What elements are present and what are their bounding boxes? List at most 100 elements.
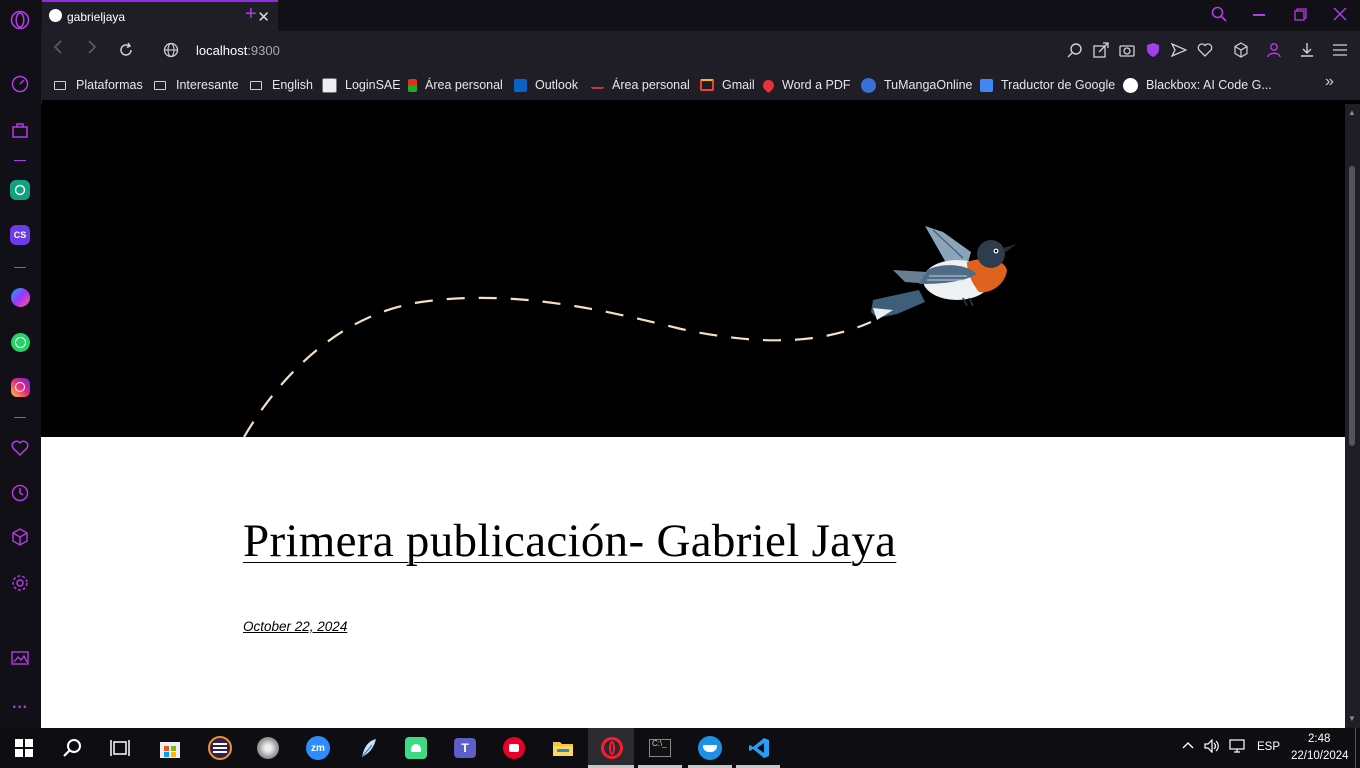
- clock-time[interactable]: 2:48: [1308, 733, 1330, 745]
- clock-date[interactable]: 22/10/2024: [1291, 750, 1349, 762]
- folder-icon: [154, 80, 166, 90]
- teams-icon[interactable]: T: [452, 735, 478, 761]
- disk-utility-icon[interactable]: [255, 735, 281, 761]
- new-tab-button[interactable]: +: [245, 3, 257, 26]
- heart-icon[interactable]: [9, 437, 31, 459]
- url-field[interactable]: localhost:9300: [196, 43, 280, 58]
- instagram-icon[interactable]: [9, 376, 31, 398]
- tmo-icon: [861, 77, 876, 93]
- search-page-icon[interactable]: [1066, 41, 1084, 59]
- heart-pdf-icon: [760, 77, 777, 93]
- file-explorer-icon[interactable]: [550, 735, 576, 761]
- windows-taskbar: zm T C:\_ ESP 2:48 22/10/2024: [0, 728, 1360, 768]
- sidebar-divider: [14, 417, 26, 418]
- bookmark-traductor-google[interactable]: Traductor de Google: [980, 77, 1115, 93]
- close-window-button[interactable]: [1333, 7, 1347, 26]
- scrollbar-thumb[interactable]: [1349, 166, 1355, 446]
- input-language[interactable]: ESP: [1257, 741, 1280, 753]
- flight-path-illustration: [243, 296, 872, 438]
- bookmark-english[interactable]: English: [250, 77, 313, 93]
- url-host: localhost: [196, 43, 248, 58]
- profile-icon[interactable]: [1265, 41, 1283, 59]
- forward-button[interactable]: [87, 39, 97, 60]
- volume-speaker-icon[interactable]: [1204, 738, 1220, 756]
- bookmark-outlook[interactable]: Outlook: [514, 77, 578, 93]
- bookmark-label: English: [272, 78, 313, 92]
- sidebar-divider: [14, 267, 26, 268]
- history-clock-icon[interactable]: [9, 482, 31, 504]
- bookmark-interesante[interactable]: Interesante: [154, 77, 239, 93]
- extensions-icon[interactable]: [1232, 41, 1250, 59]
- whatsapp-icon[interactable]: [9, 331, 31, 353]
- bookmark-label: Gmail: [722, 78, 755, 92]
- address-bar: localhost:9300: [41, 31, 1360, 71]
- docker-icon[interactable]: [697, 735, 723, 761]
- riot-client-icon[interactable]: [501, 735, 527, 761]
- chatsonic-icon[interactable]: CS: [9, 224, 31, 246]
- show-hidden-icons-chevron-up-icon[interactable]: [1182, 740, 1194, 752]
- feather-app-icon[interactable]: [355, 735, 381, 761]
- zoom-icon[interactable]: zm: [305, 735, 331, 761]
- eclipse-icon[interactable]: [207, 735, 233, 761]
- bookmark-area-personal[interactable]: Área personal: [408, 77, 503, 93]
- opera-logo-icon[interactable]: [9, 9, 31, 31]
- heart-favorite-icon[interactable]: [1196, 41, 1214, 59]
- vscode-icon[interactable]: [746, 735, 772, 761]
- send-icon[interactable]: [1170, 41, 1188, 59]
- snapshot-camera-icon[interactable]: [1118, 41, 1136, 59]
- bookmark-tumangaonline[interactable]: TuMangaOnline: [861, 77, 972, 93]
- restore-button[interactable]: [1294, 8, 1307, 26]
- folder-icon: [250, 80, 262, 90]
- bookmark-area-personal-2[interactable]: Área personal: [591, 77, 690, 93]
- minimize-button[interactable]: [1253, 14, 1265, 16]
- bookmark-word-a-pdf[interactable]: Word a PDF: [760, 77, 851, 93]
- task-view-icon[interactable]: [107, 735, 133, 761]
- bookmark-label: LoginSAE: [345, 78, 401, 92]
- more-dots-icon[interactable]: ···: [9, 697, 31, 719]
- easy-setup-icon[interactable]: [1331, 41, 1349, 59]
- back-button[interactable]: [53, 39, 63, 60]
- page-viewport: Primera publicación- Gabriel Jaya Octobe…: [41, 104, 1345, 728]
- bookmark-label: Outlook: [535, 78, 579, 92]
- active-tab[interactable]: gabrieljaya ✕: [42, 0, 278, 31]
- reload-button[interactable]: [118, 42, 134, 63]
- search-tabs-icon[interactable]: [1211, 6, 1227, 27]
- extensions-cube-icon[interactable]: [9, 526, 31, 548]
- bird-illustration: [871, 226, 1017, 320]
- terminal-icon[interactable]: C:\_: [647, 735, 673, 761]
- scroll-down-icon[interactable]: ▼: [1348, 714, 1356, 723]
- bookmarks-bar: Plataformas Interesante English LoginSAE…: [41, 71, 1360, 100]
- more-bookmarks-button[interactable]: »: [1325, 73, 1334, 90]
- bookmark-blackbox[interactable]: Blackbox: AI Code G...: [1123, 77, 1272, 93]
- chatgpt-icon[interactable]: [9, 179, 31, 201]
- briefcase-icon[interactable]: [9, 119, 31, 141]
- tab-close-icon[interactable]: ✕: [257, 8, 270, 26]
- site-info-globe-icon[interactable]: [163, 42, 179, 63]
- network-icon[interactable]: [1229, 739, 1245, 756]
- bookmark-loginsae[interactable]: LoginSAE: [322, 77, 401, 93]
- bookmark-label: TuMangaOnline: [884, 78, 973, 92]
- search-icon[interactable]: [59, 735, 85, 761]
- show-desktop-button[interactable]: [1355, 728, 1356, 768]
- microsoft-store-icon[interactable]: [157, 735, 183, 761]
- android-studio-icon[interactable]: [403, 735, 429, 761]
- speed-dial-icon[interactable]: [9, 73, 31, 95]
- download-icon[interactable]: [1298, 41, 1316, 59]
- bookmark-label: Área personal: [425, 78, 503, 92]
- gallery-icon[interactable]: [9, 647, 31, 669]
- settings-gear-icon[interactable]: [9, 572, 31, 594]
- loginsae-icon: [322, 77, 337, 93]
- windows-start-icon[interactable]: [11, 735, 37, 761]
- post-date-link[interactable]: October 22, 2024: [243, 619, 347, 634]
- share-icon[interactable]: [1092, 41, 1110, 59]
- tab-title: gabrieljaya: [67, 10, 126, 24]
- page-scrollbar[interactable]: ▲ ▼: [1345, 104, 1360, 728]
- vpn-shield-icon[interactable]: [1144, 41, 1162, 59]
- bookmark-gmail[interactable]: Gmail: [700, 77, 755, 93]
- bookmark-plataformas[interactable]: Plataformas: [54, 77, 143, 93]
- opera-taskbar-icon[interactable]: [599, 735, 625, 761]
- area-personal-2-icon: [591, 81, 604, 89]
- scroll-up-icon[interactable]: ▲: [1348, 108, 1356, 117]
- messenger-icon[interactable]: [9, 286, 31, 308]
- post-title-link[interactable]: Primera publicación- Gabriel Jaya: [243, 514, 896, 568]
